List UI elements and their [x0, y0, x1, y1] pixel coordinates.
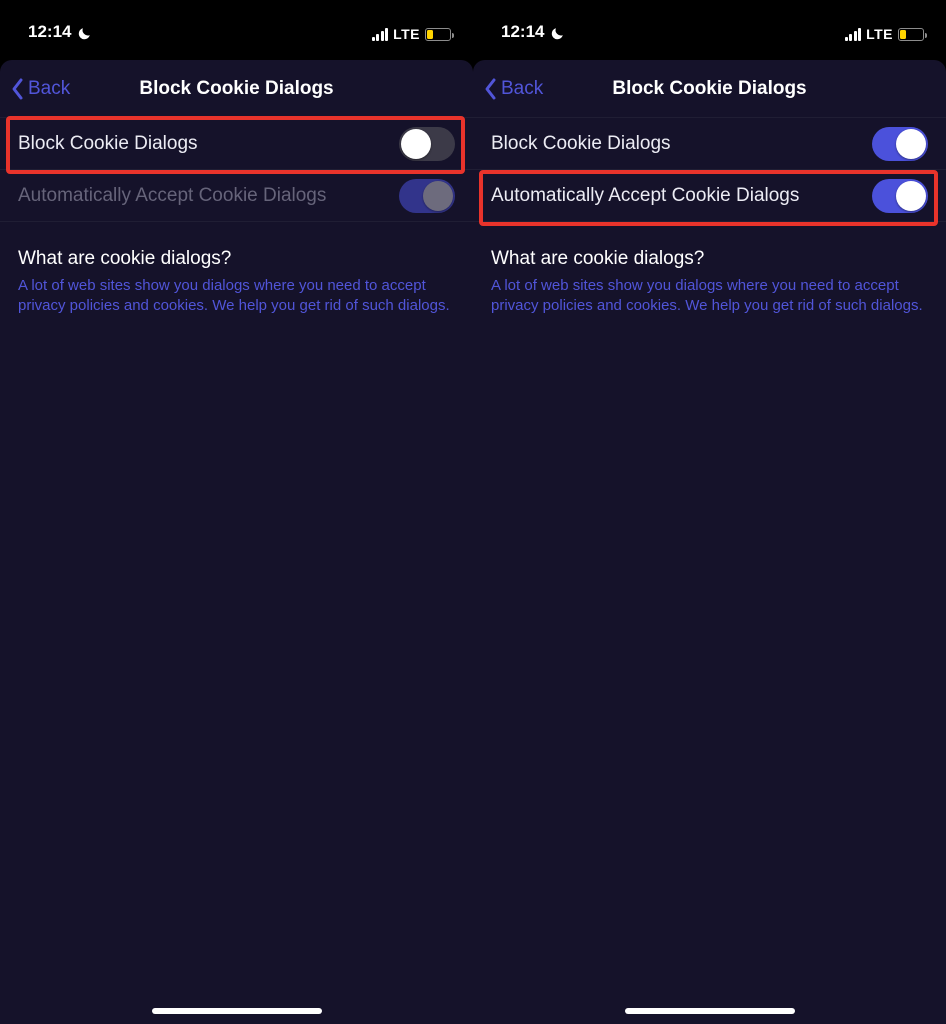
battery-fill — [427, 30, 433, 39]
status-bar: 12:14 LTE — [473, 0, 946, 44]
row-block-cookie-dialogs[interactable]: Block Cookie Dialogs — [0, 118, 473, 170]
screenshot-left: 12:14 LTE Back Block Cookie Dialogs — [0, 0, 473, 1024]
row-label: Block Cookie Dialogs — [491, 133, 671, 155]
toggle-block-cookie-dialogs[interactable] — [872, 127, 928, 161]
battery-fill — [900, 30, 906, 39]
network-type: LTE — [393, 26, 420, 42]
toggle-knob — [896, 181, 926, 211]
signal-strength-icon — [372, 28, 389, 41]
screenshot-right: 12:14 LTE Back Block Cookie Dialogs — [473, 0, 946, 1024]
settings-panel: Back Block Cookie Dialogs Block Cookie D… — [0, 60, 473, 1024]
page-title: Block Cookie Dialogs — [473, 78, 946, 100]
toggle-auto-accept — [399, 179, 455, 213]
back-label: Back — [501, 78, 543, 100]
row-label: Automatically Accept Cookie Dialogs — [18, 185, 326, 207]
row-block-cookie-dialogs[interactable]: Block Cookie Dialogs — [473, 118, 946, 170]
info-heading: What are cookie dialogs? — [18, 248, 455, 270]
toggle-knob — [423, 181, 453, 211]
signal-strength-icon — [845, 28, 862, 41]
row-auto-accept[interactable]: Automatically Accept Cookie Dialogs — [473, 170, 946, 222]
info-body: A lot of web sites show you dialogs wher… — [491, 276, 928, 317]
info-section: What are cookie dialogs? A lot of web si… — [0, 222, 473, 317]
info-section: What are cookie dialogs? A lot of web si… — [473, 222, 946, 317]
status-bar: 12:14 LTE — [0, 0, 473, 44]
toggle-knob — [401, 129, 431, 159]
row-label: Block Cookie Dialogs — [18, 133, 198, 155]
info-heading: What are cookie dialogs? — [491, 248, 928, 270]
row-auto-accept: Automatically Accept Cookie Dialogs — [0, 170, 473, 222]
battery-icon — [898, 28, 924, 41]
back-button[interactable]: Back — [0, 77, 70, 101]
toggle-block-cookie-dialogs[interactable] — [399, 127, 455, 161]
page-title: Block Cookie Dialogs — [0, 78, 473, 100]
chevron-left-icon — [483, 77, 499, 101]
chevron-left-icon — [10, 77, 26, 101]
status-time: 12:14 — [501, 22, 544, 42]
do-not-disturb-icon — [550, 26, 565, 41]
row-label: Automatically Accept Cookie Dialogs — [491, 185, 799, 207]
do-not-disturb-icon — [77, 26, 92, 41]
status-time: 12:14 — [28, 22, 71, 42]
network-type: LTE — [866, 26, 893, 42]
back-button[interactable]: Back — [473, 77, 543, 101]
nav-bar: Back Block Cookie Dialogs — [473, 60, 946, 118]
toggle-knob — [896, 129, 926, 159]
home-indicator[interactable] — [152, 1008, 322, 1014]
info-body: A lot of web sites show you dialogs wher… — [18, 276, 455, 317]
back-label: Back — [28, 78, 70, 100]
toggle-auto-accept[interactable] — [872, 179, 928, 213]
settings-panel: Back Block Cookie Dialogs Block Cookie D… — [473, 60, 946, 1024]
home-indicator[interactable] — [625, 1008, 795, 1014]
nav-bar: Back Block Cookie Dialogs — [0, 60, 473, 118]
battery-icon — [425, 28, 451, 41]
